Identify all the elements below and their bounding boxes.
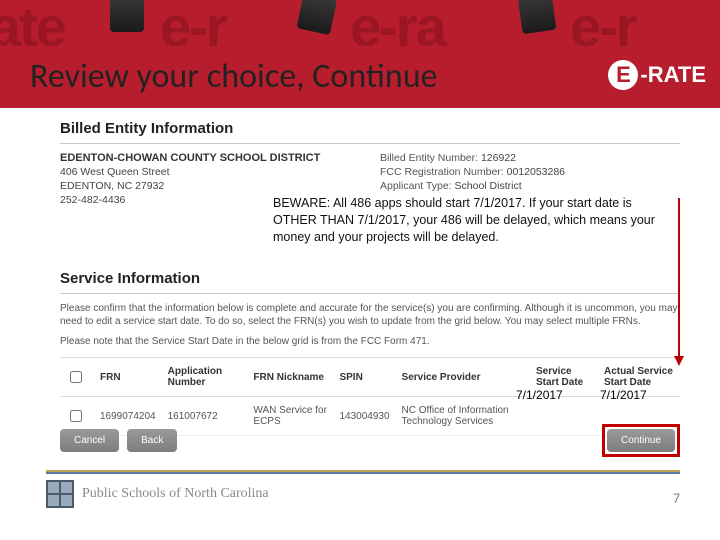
nc-logo-icon bbox=[46, 480, 74, 508]
col-spin: SPIN bbox=[333, 358, 395, 397]
confirm-text: Please confirm that the information belo… bbox=[60, 302, 680, 328]
bg-word: e-r bbox=[160, 0, 226, 46]
beware-callout: BEWARE: All 486 apps should start 7/1/20… bbox=[270, 192, 676, 249]
erate-logo-e: E bbox=[608, 60, 638, 90]
col-provider: Service Provider bbox=[396, 358, 530, 397]
erate-logo: E -RATE bbox=[608, 60, 706, 90]
page-number: 7 bbox=[673, 490, 680, 507]
col-frn: FRN bbox=[94, 358, 162, 397]
form-screenshot: Billed Entity Information EDENTON-CHOWAN… bbox=[60, 120, 680, 436]
continue-highlight: Continue bbox=[602, 424, 680, 457]
slide-title: Review your choice, Continue bbox=[30, 56, 437, 97]
table-header-row: FRN Application Number FRN Nickname SPIN… bbox=[60, 358, 680, 397]
divider bbox=[60, 293, 680, 294]
service-info-heading: Service Information bbox=[60, 270, 680, 287]
arrow-annotation bbox=[678, 198, 680, 358]
bg-word: e-r bbox=[570, 0, 636, 46]
banner-top-strip: ate e-r e-ra e-r bbox=[0, 0, 720, 46]
bg-word: ate bbox=[0, 0, 65, 46]
col-nickname: FRN Nickname bbox=[247, 358, 333, 397]
note-text: Please note that the Service Start Date … bbox=[60, 336, 680, 347]
footer-org: Public Schools of North Carolina bbox=[82, 486, 269, 502]
divider bbox=[60, 143, 680, 144]
col-checkbox bbox=[60, 358, 94, 397]
button-bar: Cancel Back Continue bbox=[60, 424, 680, 457]
assd-overlay: 7/1/2017 bbox=[600, 388, 647, 402]
col-appno: Application Number bbox=[162, 358, 248, 397]
select-all-checkbox[interactable] bbox=[70, 371, 82, 383]
billed-entity-heading: Billed Entity Information bbox=[60, 120, 680, 137]
usb-icon bbox=[110, 0, 144, 32]
fcc-row: FCC Registration Number: 0012053286 bbox=[380, 166, 680, 178]
footer: Public Schools of North Carolina bbox=[46, 480, 269, 508]
ssd-overlay: 7/1/2017 bbox=[516, 388, 563, 402]
usb-icon bbox=[518, 0, 557, 34]
entity-street: 406 West Queen Street bbox=[60, 166, 360, 178]
entity-name: EDENTON-CHOWAN COUNTY SCHOOL DISTRICT bbox=[60, 152, 360, 164]
bg-word: e-ra bbox=[350, 0, 445, 46]
entity-city: EDENTON, NC 27932 bbox=[60, 180, 360, 192]
row-checkbox[interactable] bbox=[70, 410, 82, 422]
erate-logo-rate: -RATE bbox=[640, 62, 706, 88]
continue-button[interactable]: Continue bbox=[607, 429, 675, 452]
ben-row: Billed Entity Number: 126922 bbox=[380, 152, 680, 164]
back-button[interactable]: Back bbox=[127, 429, 177, 452]
usb-icon bbox=[296, 0, 337, 35]
type-row: Applicant Type: School District bbox=[380, 180, 680, 192]
cancel-button[interactable]: Cancel bbox=[60, 429, 119, 452]
service-info-section: Service Information Please confirm that … bbox=[60, 270, 680, 436]
footer-rule bbox=[46, 470, 680, 474]
